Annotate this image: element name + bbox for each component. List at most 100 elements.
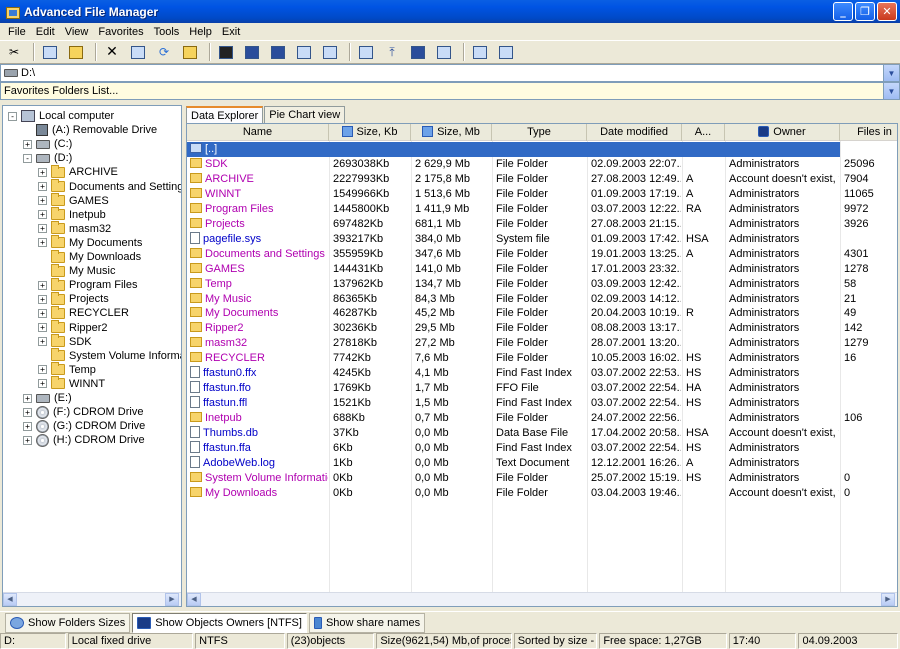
favorites-combo[interactable]: Favorites Folders List... ▼ xyxy=(0,82,900,100)
file-row[interactable]: Projects 697482Kb 681,1 Mb File Folder 27.08… xyxy=(187,217,897,232)
up-icon[interactable]: ⤒ xyxy=(381,42,403,62)
file-row[interactable]: Documents and Settings 355959Kb 347,6 Mb Fi… xyxy=(187,247,897,262)
menu-file[interactable]: File xyxy=(3,26,31,38)
tree-item[interactable]: My Music xyxy=(38,263,115,278)
menu-view[interactable]: View xyxy=(60,26,94,38)
expand-icon[interactable]: + xyxy=(38,238,47,248)
file-row[interactable]: RECYCLER 7742Kb 7,6 Mb File Folder 10.05.200… xyxy=(187,351,897,366)
tree-item[interactable]: + (F:) CDROM Drive xyxy=(23,405,143,419)
file-row[interactable]: My Documents 46287Kb 45,2 Mb File Folder 20.… xyxy=(187,306,897,321)
notes-icon[interactable] xyxy=(433,42,455,62)
paste-icon[interactable] xyxy=(65,42,87,62)
show-folder-sizes-button[interactable]: Show Folders Sizes xyxy=(5,612,131,633)
column-size-kb[interactable]: Size, Kb xyxy=(329,124,411,141)
file-row[interactable]: WINNT 1549966Kb 1 513,6 Mb File Folder 01.09… xyxy=(187,187,897,202)
file-row[interactable]: Program Files 1445800Kb 1 411,9 Mb File Fol… xyxy=(187,202,897,217)
tree-item[interactable]: + RECYCLER xyxy=(38,305,129,320)
expand-icon[interactable]: + xyxy=(38,182,47,191)
expand-icon[interactable]: + xyxy=(38,280,47,290)
column-type[interactable]: Type xyxy=(492,124,587,141)
file-row[interactable]: ffastun0.ffx 4245Kb 4,1 Mb Find Fast Index 0… xyxy=(187,366,897,381)
address-combo[interactable]: D:\ ▼ xyxy=(0,64,900,82)
folder-tree[interactable]: ◀ ▶ - Local computer (A:) Removable Drive +… xyxy=(2,105,182,607)
refresh-icon[interactable]: ⟳ xyxy=(153,42,175,62)
expand-icon[interactable]: + xyxy=(38,308,47,318)
file-row[interactable]: AdobeWeb.log 1Kb 0,0 Mb Text Document 12.12.… xyxy=(187,455,897,471)
file-row[interactable]: masm32 27818Kb 27,2 Mb File Folder 28.07.200… xyxy=(187,336,897,351)
expand-icon[interactable]: + xyxy=(23,435,32,445)
app-icon[interactable] xyxy=(4,4,20,20)
console-icon[interactable] xyxy=(215,42,237,62)
scroll-left-button[interactable]: ◀ xyxy=(187,593,201,606)
tree-item[interactable]: + SDK xyxy=(38,334,92,349)
column-owner[interactable]: Owner xyxy=(725,124,840,141)
menu-help[interactable]: Help xyxy=(184,26,217,38)
tree-item[interactable]: + GAMES xyxy=(38,193,109,208)
scroll-right-button[interactable]: ▶ xyxy=(881,593,895,606)
file-row[interactable]: pagefile.sys 393217Kb 384,0 Mb System file 0… xyxy=(187,231,897,247)
column-files-in[interactable]: Files in xyxy=(840,124,897,141)
tree-item[interactable]: + (G:) CDROM Drive xyxy=(23,419,145,433)
maximize-button[interactable]: ❐ xyxy=(855,2,875,21)
show-share-names-button[interactable]: Show share names xyxy=(308,612,426,633)
tree-item[interactable]: - Local computer xyxy=(8,109,114,123)
file-row[interactable]: System Volume Information 0Kb 0,0 Mb File F… xyxy=(187,471,897,486)
tree-item[interactable]: + ARCHIVE xyxy=(38,164,118,179)
file-row[interactable]: [..] xyxy=(187,142,840,157)
file-row[interactable]: SDK 2693038Kb 2 629,9 Mb File Folder 02.09.2… xyxy=(187,157,897,172)
expand-icon[interactable]: + xyxy=(23,421,32,431)
tree-item[interactable]: + (H:) CDROM Drive xyxy=(23,433,145,447)
expand-icon[interactable]: + xyxy=(38,210,47,220)
list-horizontal-scrollbar[interactable]: ◀ ▶ xyxy=(187,592,897,606)
file-row[interactable]: My Music 86365Kb 84,3 Mb File Folder 02.09.2… xyxy=(187,292,897,307)
favorites-dropdown-button[interactable]: ▼ xyxy=(883,83,899,99)
expand-icon[interactable]: + xyxy=(38,167,47,177)
column-attributes[interactable]: A... xyxy=(682,124,725,141)
tree-item[interactable]: + Temp xyxy=(38,362,96,377)
tree-item[interactable]: My Downloads xyxy=(38,249,141,264)
file-row[interactable]: ffastun.ffl 1521Kb 1,5 Mb Find Fast Index 03… xyxy=(187,396,897,411)
column-date-modified[interactable]: Date modified xyxy=(587,124,682,141)
collapse-icon[interactable]: - xyxy=(8,111,17,121)
view-details-icon[interactable] xyxy=(495,42,517,62)
expand-icon[interactable]: + xyxy=(38,196,47,206)
properties-icon[interactable] xyxy=(127,42,149,62)
file-row[interactable]: Inetpub 688Kb 0,7 Mb File Folder 24.07.2002 … xyxy=(187,411,897,426)
tab-data-explorer[interactable]: Data Explorer xyxy=(186,106,264,124)
tree-item[interactable]: + masm32 xyxy=(38,221,111,236)
minimize-button[interactable]: _ xyxy=(833,2,853,21)
tree-item[interactable]: + Ripper2 xyxy=(38,320,108,335)
column-name[interactable]: Name xyxy=(187,124,329,141)
copy-icon[interactable] xyxy=(39,42,61,62)
help-icon[interactable] xyxy=(355,42,377,62)
view-list-icon[interactable] xyxy=(469,42,491,62)
tree-item[interactable]: + Projects xyxy=(38,291,109,306)
expand-icon[interactable]: + xyxy=(38,379,47,389)
expand-icon[interactable]: + xyxy=(23,407,32,417)
delete-icon[interactable]: ✕ xyxy=(101,42,123,62)
menu-exit[interactable]: Exit xyxy=(217,26,245,38)
file-row[interactable]: Ripper2 30236Kb 29,5 Mb File Folder 08.08.20… xyxy=(187,321,897,336)
find-icon[interactable] xyxy=(293,42,315,62)
map-drive-icon[interactable] xyxy=(241,42,263,62)
file-row[interactable]: My Downloads 0Kb 0,0 Mb File Folder 03.04.20… xyxy=(187,486,897,501)
file-row[interactable]: Temp 137962Kb 134,7 Mb File Folder 03.09.200… xyxy=(187,277,897,292)
tree-item[interactable]: + WINNT xyxy=(38,376,105,391)
new-folder-icon[interactable] xyxy=(179,42,201,62)
tree-item[interactable]: + Inetpub xyxy=(38,207,106,222)
tree-item[interactable]: + (E:) xyxy=(23,391,72,405)
tree-item[interactable]: + (C:) xyxy=(23,137,72,151)
file-row[interactable]: GAMES 144431Kb 141,0 Mb File Folder 17.01.20… xyxy=(187,262,897,277)
expand-icon[interactable]: + xyxy=(23,393,32,403)
address-dropdown-button[interactable]: ▼ xyxy=(883,65,899,81)
expand-icon[interactable]: + xyxy=(38,224,47,234)
close-button[interactable]: ✕ xyxy=(877,2,897,21)
show-owners-button[interactable]: Show Objects Owners [NTFS] xyxy=(132,612,307,633)
tree-item[interactable]: + Program Files xyxy=(38,277,137,292)
binoculars-icon[interactable] xyxy=(407,42,429,62)
tab-pie-chart-view[interactable]: Pie Chart view xyxy=(264,106,346,123)
tree-item[interactable]: - (D:) xyxy=(23,151,72,165)
tree-item[interactable]: + Documents and Settings xyxy=(38,179,181,194)
cut-icon[interactable]: ✂ xyxy=(3,42,25,62)
expand-icon[interactable]: + xyxy=(38,337,47,347)
